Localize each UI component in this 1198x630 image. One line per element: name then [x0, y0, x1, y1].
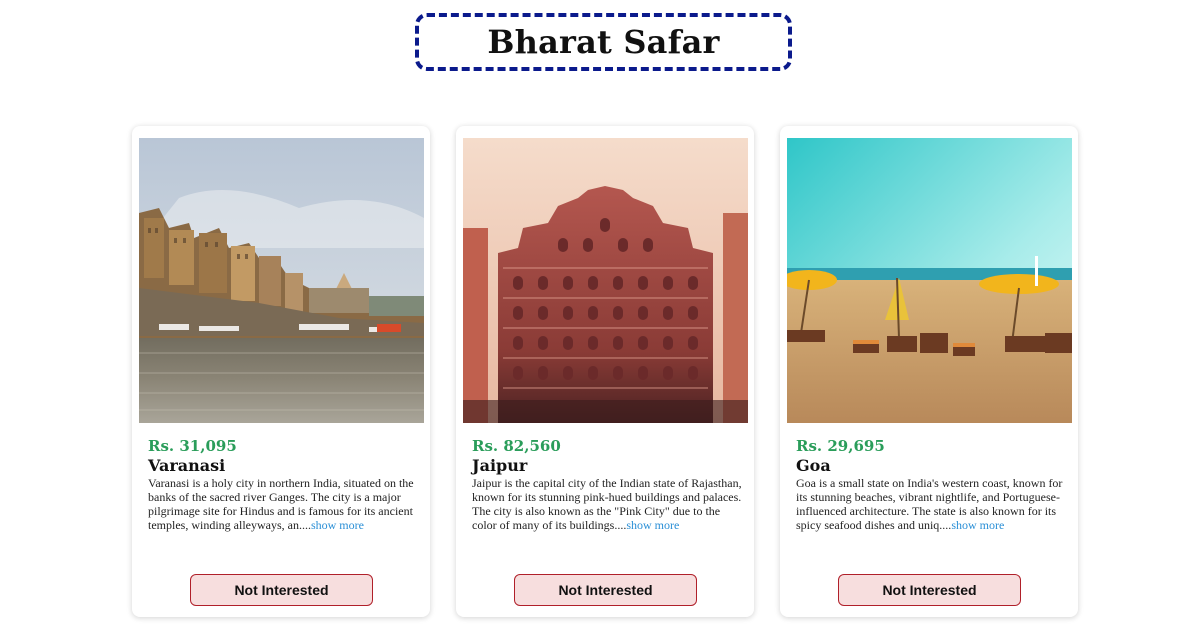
city-name: Jaipur — [472, 456, 528, 475]
price-label: Rs. 29,695 — [796, 437, 885, 455]
description-text: Goa is a small state on India's western … — [796, 476, 1063, 532]
city-name: Varanasi — [148, 456, 226, 475]
not-interested-button[interactable]: Not Interested — [190, 574, 373, 606]
show-more-link[interactable]: show more — [311, 518, 364, 532]
price-label: Rs. 31,095 — [148, 437, 237, 455]
city-description: Goa is a small state on India's western … — [796, 476, 1066, 532]
jaipur-hawa-mahal-photo — [463, 138, 748, 423]
not-interested-button[interactable]: Not Interested — [514, 574, 697, 606]
show-more-link[interactable]: show more — [951, 518, 1004, 532]
page-title-box: Bharat Safar — [415, 13, 792, 71]
description-text: Jaipur is the capital city of the Indian… — [472, 476, 742, 532]
city-name: Goa — [796, 456, 831, 475]
city-description: Varanasi is a holy city in northern Indi… — [148, 476, 418, 532]
destination-card-goa: Rs. 29,695 Goa Goa is a small state on I… — [780, 126, 1078, 617]
goa-beach-photo — [787, 138, 1072, 423]
not-interested-button[interactable]: Not Interested — [838, 574, 1021, 606]
price-label: Rs. 82,560 — [472, 437, 561, 455]
destination-card-varanasi: Rs. 31,095 Varanasi Varanasi is a holy c… — [132, 126, 430, 617]
varanasi-ghats-photo — [139, 138, 424, 423]
description-text: Varanasi is a holy city in northern Indi… — [148, 476, 414, 532]
city-description: Jaipur is the capital city of the Indian… — [472, 476, 742, 532]
show-more-link[interactable]: show more — [626, 518, 679, 532]
page-title: Bharat Safar — [487, 23, 720, 61]
destination-card-jaipur: Rs. 82,560 Jaipur Jaipur is the capital … — [456, 126, 754, 617]
